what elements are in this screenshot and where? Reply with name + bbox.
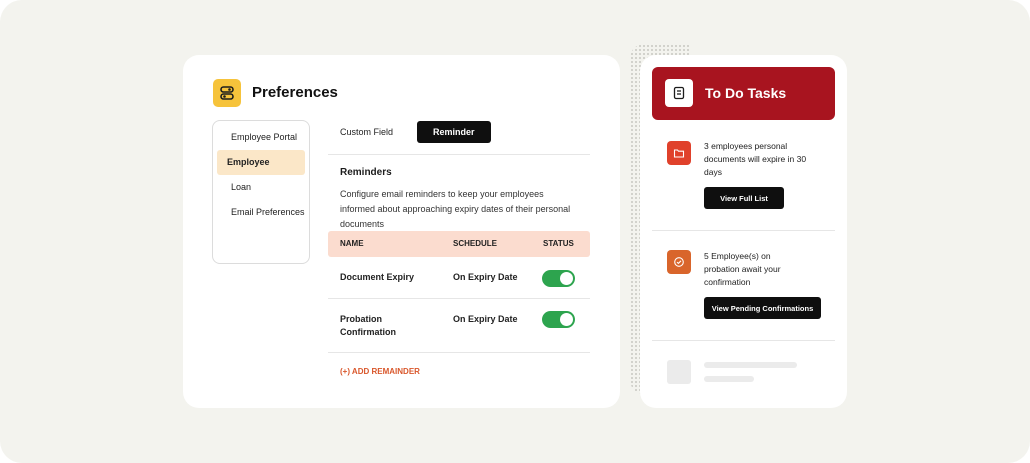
placeholder-icon bbox=[667, 360, 691, 384]
divider bbox=[328, 154, 590, 155]
nav-item-employee-portal[interactable]: Employee Portal bbox=[217, 125, 305, 150]
divider bbox=[652, 230, 835, 231]
side-nav: Employee Portal Employee Loan Email Pref… bbox=[212, 120, 310, 264]
divider bbox=[328, 298, 590, 299]
nav-item-loan[interactable]: Loan bbox=[217, 175, 305, 200]
folder-icon bbox=[667, 141, 691, 165]
view-pending-confirmations-button[interactable]: View Pending Confirmations bbox=[704, 297, 821, 319]
row-name: Probation Confirmation bbox=[340, 314, 396, 337]
row-schedule: On Expiry Date bbox=[453, 314, 518, 324]
tab-custom-field[interactable]: Custom Field bbox=[340, 121, 405, 143]
task-text: 5 Employee(s) on probation await your co… bbox=[704, 251, 781, 287]
check-circle-icon bbox=[667, 250, 691, 274]
status-toggle[interactable] bbox=[542, 311, 575, 328]
nav-item-employee[interactable]: Employee bbox=[217, 150, 305, 175]
tab-reminder[interactable]: Reminder bbox=[417, 121, 491, 143]
task-text: 3 employees personal documents will expi… bbox=[704, 141, 807, 177]
todo-header: To Do Tasks bbox=[652, 67, 835, 120]
table-header: NAME SCHEDULE STATUS bbox=[328, 231, 590, 257]
todo-card: To Do Tasks 3 employees personal documen… bbox=[640, 55, 847, 408]
view-full-list-button[interactable]: View Full List bbox=[704, 187, 784, 209]
status-toggle[interactable] bbox=[542, 270, 575, 287]
nav-item-email-preferences[interactable]: Email Preferences bbox=[217, 200, 305, 225]
row-name: Document Expiry bbox=[340, 272, 415, 282]
section-title: Reminders bbox=[340, 167, 392, 178]
tab-bar: Custom Field Reminder bbox=[340, 121, 491, 143]
page-title: Preferences bbox=[252, 84, 338, 101]
column-header-schedule: SCHEDULE bbox=[453, 239, 498, 248]
divider bbox=[652, 340, 835, 341]
placeholder-line bbox=[704, 376, 754, 382]
section-description: Configure email reminders to keep your e… bbox=[340, 189, 571, 229]
row-schedule: On Expiry Date bbox=[453, 272, 518, 282]
toggle-settings-icon bbox=[213, 79, 241, 107]
clipboard-icon bbox=[665, 79, 693, 107]
column-header-name: NAME bbox=[340, 239, 364, 248]
preferences-card: Preferences Employee Portal Employee Loa… bbox=[183, 55, 620, 408]
placeholder-line bbox=[704, 362, 797, 368]
column-header-status: STATUS bbox=[543, 239, 574, 248]
divider bbox=[328, 352, 590, 353]
todo-title: To Do Tasks bbox=[705, 85, 787, 101]
add-reminder-link[interactable]: (+) ADD REMAINDER bbox=[340, 367, 420, 376]
